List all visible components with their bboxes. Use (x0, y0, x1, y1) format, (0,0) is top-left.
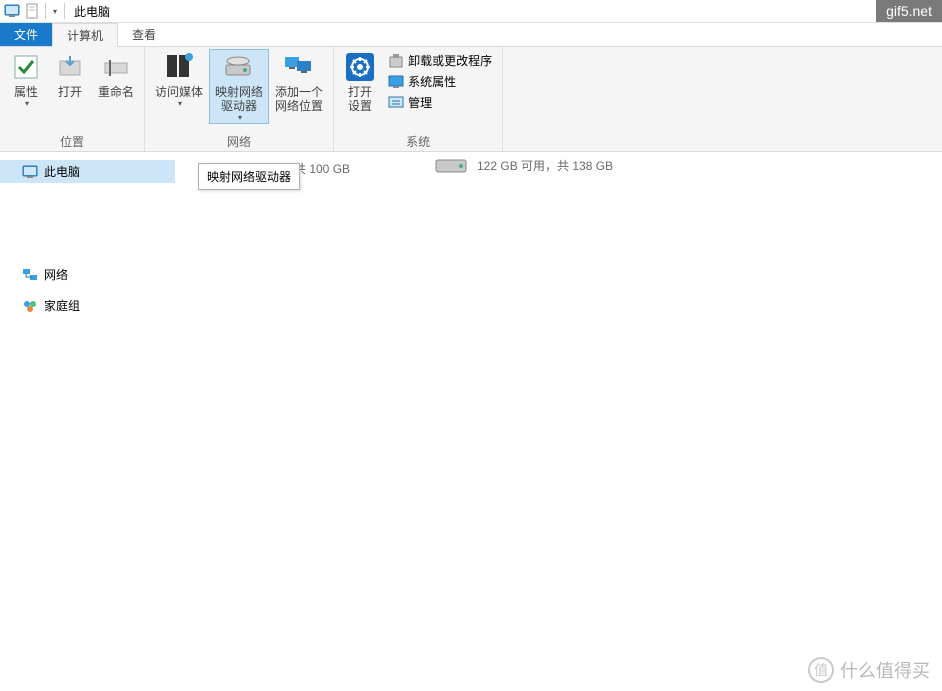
window-title: 此电脑 (74, 3, 110, 20)
ribbon-group-network: 访问媒体 ▾ 映射网络 驱动器 ▾ 添加一个 网络位置 网络 (145, 47, 334, 151)
watermark-text: 什么值得买 (840, 657, 930, 683)
map-network-drive-button[interactable]: 映射网络 驱动器 ▾ (209, 49, 269, 124)
system-properties-button[interactable]: 系统属性 (386, 72, 494, 91)
chevron-down-icon: ▾ (25, 99, 29, 108)
tree-label: 家庭组 (44, 297, 80, 314)
document-icon[interactable] (24, 3, 40, 19)
monitor-icon (388, 74, 404, 90)
manage-button[interactable]: 管理 (386, 93, 494, 112)
tab-view[interactable]: 查看 (118, 23, 170, 46)
qat-dropdown[interactable]: ▾ (49, 7, 61, 16)
hdd-icon (435, 156, 467, 174)
tree-item-network[interactable]: 网络 (0, 263, 175, 286)
properties-button[interactable]: 属性 ▾ (4, 49, 48, 110)
rename-button[interactable]: 重命名 (92, 49, 140, 101)
watermark-bottom: 值 什么值得买 (808, 657, 930, 683)
computer-icon (4, 3, 20, 19)
rename-icon (100, 51, 132, 83)
tree-label: 此电脑 (44, 163, 80, 180)
ribbon-tabs: 文件 计算机 查看 (0, 23, 942, 47)
content-area: 此电脑 网络 家庭组 用，共 100 GB 122 GB 可用，共 138 GB (0, 152, 942, 691)
qat-separator (45, 3, 46, 19)
title-bar: ▾ 此电脑 (0, 0, 942, 23)
drive-info-text: 122 GB 可用，共 138 GB (477, 157, 613, 174)
computer-icon (22, 164, 38, 180)
drive-fragment-2[interactable]: 122 GB 可用，共 138 GB (435, 156, 613, 174)
tooltip-map-drive: 映射网络驱动器 (198, 163, 300, 190)
open-icon (54, 51, 86, 83)
homegroup-icon (22, 298, 38, 314)
add-network-location-button[interactable]: 添加一个 网络位置 (269, 49, 329, 115)
tab-file[interactable]: 文件 (0, 23, 52, 46)
chevron-down-icon: ▾ (238, 113, 242, 122)
chevron-down-icon: ▾ (178, 99, 182, 108)
network-icon (22, 267, 38, 283)
watermark-top: gif5.net (876, 0, 942, 22)
ribbon-group-location: 属性 ▾ 打开 重命名 位置 (0, 47, 145, 151)
tab-computer[interactable]: 计算机 (52, 23, 118, 47)
drive-icon (223, 51, 255, 83)
checkmark-icon (10, 51, 42, 83)
open-button[interactable]: 打开 (48, 49, 92, 101)
access-media-button[interactable]: 访问媒体 ▾ (149, 49, 209, 110)
tree-label: 网络 (44, 266, 68, 283)
ribbon-group-system: 打开 设置 卸载或更改程序 系统属性 管理 系统 (334, 47, 503, 151)
title-separator (64, 3, 65, 19)
main-pane[interactable]: 用，共 100 GB 122 GB 可用，共 138 GB (175, 152, 942, 691)
open-settings-button[interactable]: 打开 设置 (338, 49, 382, 115)
tree-item-homegroup[interactable]: 家庭组 (0, 294, 175, 317)
group-label-network: 网络 (149, 133, 329, 151)
monitors-icon (283, 51, 315, 83)
box-icon (388, 53, 404, 69)
tree-item-this-pc[interactable]: 此电脑 (0, 160, 175, 183)
watermark-badge: 值 (808, 657, 834, 683)
group-label-location: 位置 (4, 133, 140, 151)
group-label-system: 系统 (338, 133, 498, 151)
manage-icon (388, 95, 404, 111)
uninstall-programs-button[interactable]: 卸载或更改程序 (386, 51, 494, 70)
ribbon: 属性 ▾ 打开 重命名 位置 (0, 47, 942, 152)
navigation-tree: 此电脑 网络 家庭组 (0, 152, 175, 691)
server-icon (163, 51, 195, 83)
gear-icon (344, 51, 376, 83)
